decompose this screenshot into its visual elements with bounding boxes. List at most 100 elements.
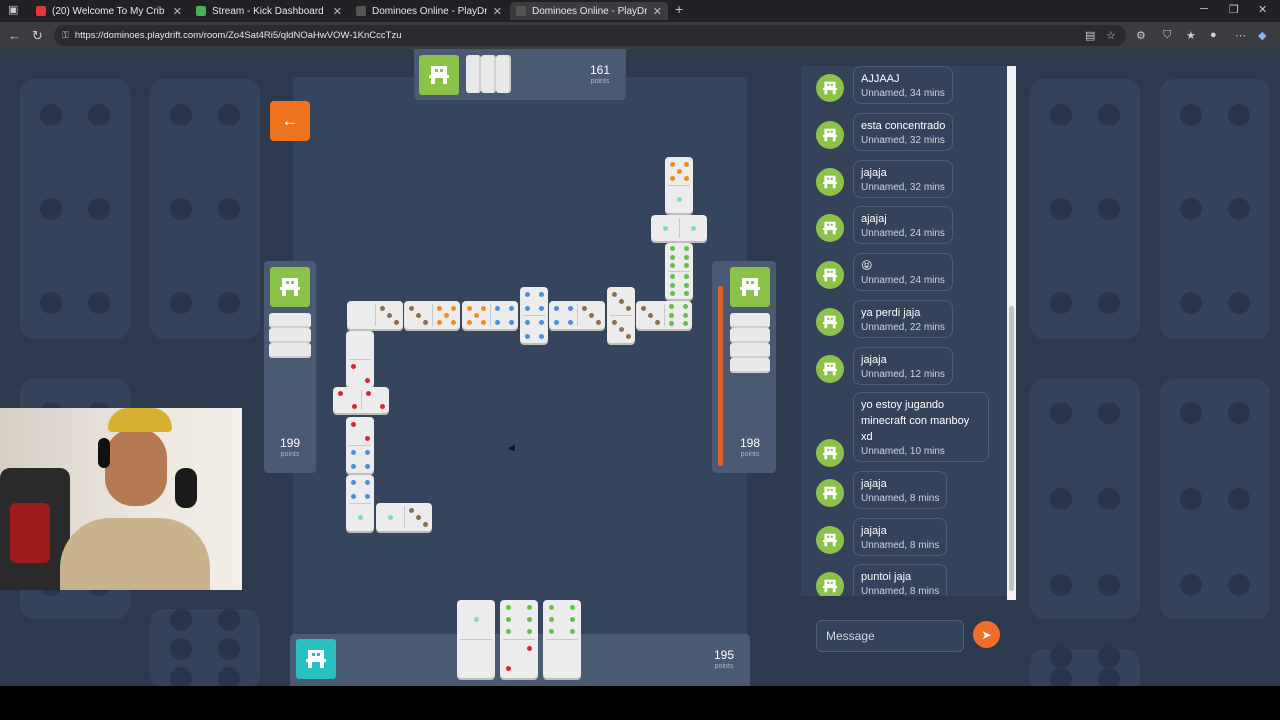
site-info-icon[interactable]: ⚿ xyxy=(62,30,69,41)
browser-tab[interactable]: Dominoes Online - PlayDrift ✕ xyxy=(350,2,508,20)
message-input[interactable] xyxy=(816,620,964,652)
hidden-domino xyxy=(269,343,311,358)
chat-bubble: ajajaj Unnamed, 24 mins xyxy=(853,206,953,244)
board-domino xyxy=(607,287,635,343)
close-tab-icon[interactable]: ✕ xyxy=(173,5,182,18)
url-field[interactable]: ⚿ https://dominoes.playdrift.com/room/Zo… xyxy=(54,25,1126,46)
address-bar: ← ↻ ⚿ https://dominoes.playdrift.com/roo… xyxy=(0,22,1280,49)
minimize-icon[interactable]: ─ xyxy=(1200,3,1208,15)
back-button[interactable]: ← xyxy=(270,101,310,141)
chat-bubble: jajaja Unnamed, 8 mins xyxy=(853,518,948,556)
turn-timer-bar xyxy=(718,286,723,466)
chat-avatar xyxy=(816,261,844,289)
close-window-icon[interactable]: ✕ xyxy=(1258,3,1267,16)
new-tab-button[interactable]: + xyxy=(675,1,683,17)
tab-favicon-icon xyxy=(36,6,46,16)
chat-bubble: puntoi jaja Unnamed, 8 mins xyxy=(853,564,948,596)
robot-avatar-icon xyxy=(823,128,837,142)
player-top-panel: 161 points xyxy=(414,49,626,100)
hand-domino[interactable] xyxy=(543,600,581,678)
shield-icon[interactable]: ⛉ xyxy=(1163,29,1171,42)
hidden-domino xyxy=(496,55,511,93)
player-bottom-avatar xyxy=(296,639,336,679)
close-tab-icon[interactable]: ✕ xyxy=(653,5,662,18)
hidden-domino xyxy=(730,358,770,373)
hand-domino[interactable] xyxy=(500,600,538,678)
chat-message-text: yo estoy jugando minecraft con manboy xd xyxy=(861,399,970,443)
tab-favicon-icon xyxy=(196,6,206,16)
background-tile xyxy=(1030,79,1140,339)
robot-avatar-icon xyxy=(823,362,837,376)
browser-tab[interactable]: Stream - Kick Dashboard ✕ xyxy=(190,2,348,20)
tab-title: Dominoes Online - PlayDrift xyxy=(372,5,487,17)
hand-domino[interactable] xyxy=(457,600,495,678)
chat-avatar xyxy=(816,74,844,102)
chat-avatar xyxy=(816,168,844,196)
tab-title: (20) Welcome To My Crib - YouTube xyxy=(52,5,167,17)
chat-message-meta: Unnamed, 34 mins xyxy=(861,88,945,99)
background-tile xyxy=(150,609,260,686)
send-arrow-icon: ➤ xyxy=(981,627,992,642)
board-domino xyxy=(346,475,374,531)
board-domino xyxy=(665,157,693,213)
robot-avatar-icon xyxy=(823,81,837,95)
background-tile xyxy=(1030,379,1140,619)
chat-message-text: ya perdi jaja xyxy=(861,307,921,319)
player-right-avatar xyxy=(730,267,770,307)
chat-message-text: jajaja xyxy=(861,525,887,537)
hidden-domino xyxy=(730,313,770,328)
board-domino xyxy=(333,387,389,413)
chat-message-meta: Unnamed, 24 mins xyxy=(861,228,945,239)
profile-avatar-icon[interactable]: ● xyxy=(1210,29,1217,41)
close-tab-icon[interactable]: ✕ xyxy=(333,5,342,18)
board-domino xyxy=(462,301,518,329)
player-left-score: 199 points xyxy=(279,436,301,458)
close-tab-icon[interactable]: ✕ xyxy=(493,5,502,18)
player-bottom-score: 195 points xyxy=(713,648,735,670)
robot-avatar-icon xyxy=(823,579,837,593)
chat-bubble: jajaja Unnamed, 8 mins xyxy=(853,471,948,509)
chat-bubble: ya perdi jaja Unnamed, 22 mins xyxy=(853,300,953,338)
copilot-icon[interactable]: ◆ xyxy=(1258,29,1266,42)
chat-avatar xyxy=(816,479,844,507)
reader-icon[interactable]: ▤ xyxy=(1085,29,1095,42)
chat-message-text: ajajaj xyxy=(861,213,887,225)
board-domino xyxy=(376,503,432,531)
chat-message-meta: Unnamed, 8 mins xyxy=(861,586,940,596)
favorite-star-icon[interactable]: ☆ xyxy=(1106,29,1116,42)
more-menu-icon[interactable]: ⋯ xyxy=(1235,29,1246,42)
chat-scrollbar[interactable] xyxy=(1007,66,1016,600)
player-left-panel: 199 points xyxy=(264,261,316,473)
robot-avatar-icon xyxy=(823,175,837,189)
extensions-icon[interactable]: ⚙ xyxy=(1136,29,1146,42)
restore-icon[interactable]: ❐ xyxy=(1229,3,1239,16)
window-menu-icon[interactable]: ▣ xyxy=(8,3,18,16)
robot-avatar-icon xyxy=(429,66,449,84)
browser-tab[interactable]: Dominoes Online - PlayDrift ✕ xyxy=(510,2,668,20)
favorites-icon[interactable]: ★ xyxy=(1186,29,1196,42)
chat-message-text: puntoi jaja xyxy=(861,571,912,583)
board-domino xyxy=(636,301,692,329)
chat-message-text: esta concentrado xyxy=(861,120,946,132)
board-domino xyxy=(665,243,693,299)
browser-tab[interactable]: (20) Welcome To My Crib - YouTube ✕ xyxy=(30,2,188,20)
board-domino xyxy=(346,417,374,473)
chat-message-meta: Unnamed, 32 mins xyxy=(861,182,945,193)
chat-avatar xyxy=(816,214,844,242)
robot-avatar-icon xyxy=(306,650,326,668)
player-top-score: 161 points xyxy=(589,63,611,85)
tab-favicon-icon xyxy=(516,6,526,16)
chat-bubble: jajaja Unnamed, 32 mins xyxy=(853,160,953,198)
refresh-icon[interactable]: ↻ xyxy=(32,28,43,44)
chat-avatar xyxy=(816,439,844,467)
background-tile xyxy=(20,79,130,339)
board-domino xyxy=(346,331,374,387)
chat-bubble: AJJAAJ Unnamed, 34 mins xyxy=(853,66,953,104)
tab-title: Stream - Kick Dashboard xyxy=(212,5,324,17)
send-button[interactable]: ➤ xyxy=(973,621,1000,648)
chat-message-meta: Unnamed, 8 mins xyxy=(861,493,940,504)
back-nav-icon[interactable]: ← xyxy=(8,28,21,43)
hidden-domino xyxy=(269,313,311,328)
chat-message-meta: Unnamed, 10 mins xyxy=(861,446,945,457)
background-tile xyxy=(150,79,260,339)
